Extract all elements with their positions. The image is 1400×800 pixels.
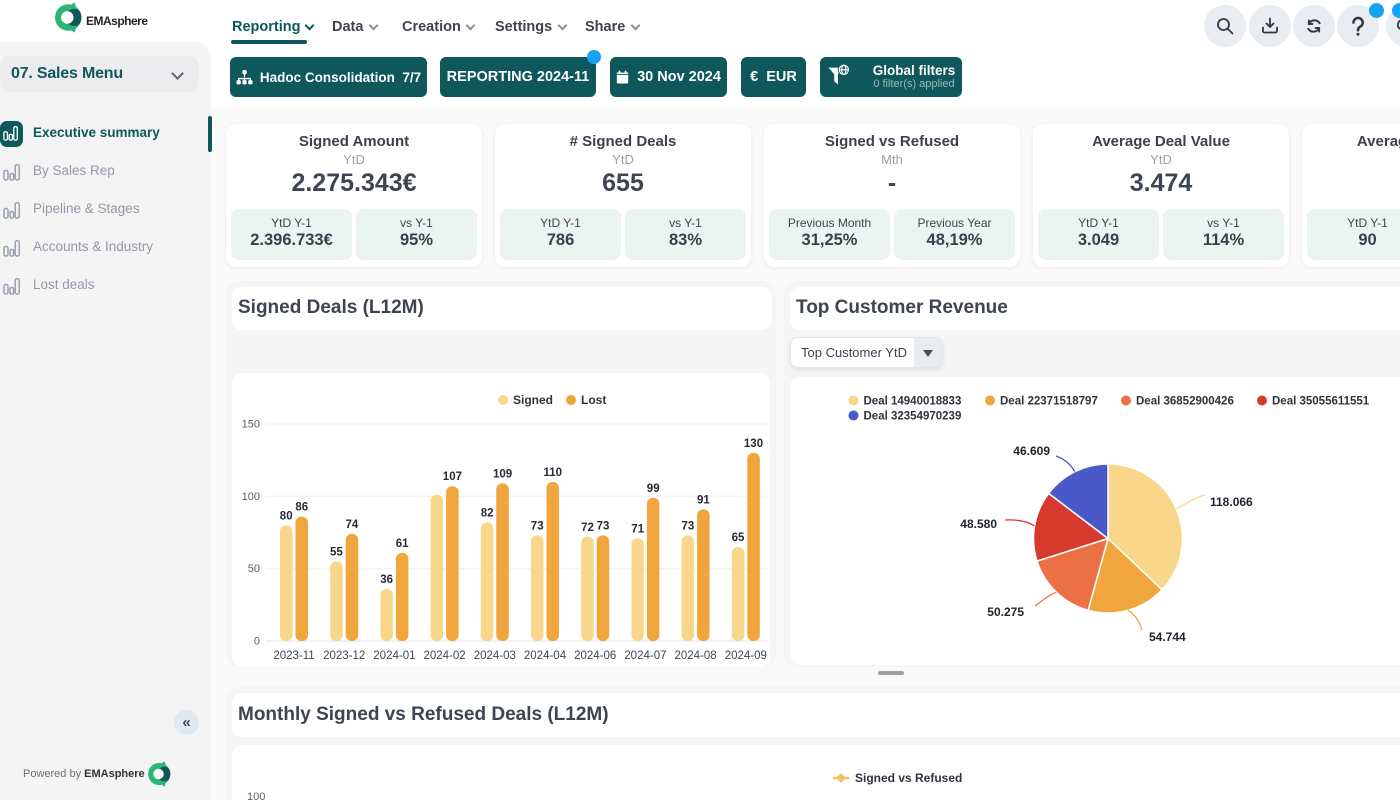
svg-text:Deal 36852900426: Deal 36852900426 (1136, 396, 1234, 408)
svg-text:0: 0 (254, 636, 260, 648)
svg-text:110: 110 (544, 467, 563, 479)
svg-text:73: 73 (531, 520, 544, 532)
svg-text:2024-04: 2024-04 (524, 650, 567, 662)
svg-text:2024-07: 2024-07 (624, 650, 666, 662)
svg-text:91: 91 (697, 494, 710, 506)
svg-text:61: 61 (396, 538, 409, 550)
svg-text:130: 130 (744, 438, 763, 450)
svg-text:Deal 14940018833: Deal 14940018833 (864, 396, 962, 408)
svg-text:100: 100 (242, 491, 260, 503)
svg-text:72: 72 (581, 522, 594, 534)
svg-text:71: 71 (631, 523, 644, 535)
svg-text:55: 55 (330, 546, 343, 558)
svg-text:150: 150 (242, 419, 260, 431)
svg-text:36: 36 (380, 574, 393, 586)
svg-text:74: 74 (346, 519, 359, 531)
svg-text:2024-09: 2024-09 (725, 650, 767, 662)
svg-text:82: 82 (481, 507, 494, 519)
svg-text:46.609: 46.609 (1013, 444, 1050, 458)
svg-text:Deal 22371518797: Deal 22371518797 (1000, 396, 1098, 408)
svg-text:2024-08: 2024-08 (674, 650, 716, 662)
svg-text:Deal 32354970239: Deal 32354970239 (864, 411, 962, 423)
svg-text:Lost: Lost (581, 393, 606, 407)
svg-text:54.744: 54.744 (1149, 630, 1186, 644)
svg-text:2024-01: 2024-01 (373, 650, 415, 662)
svg-text:50: 50 (248, 563, 260, 575)
svg-text:2024-06: 2024-06 (574, 650, 616, 662)
svg-text:Signed vs Refused: Signed vs Refused (855, 771, 962, 785)
svg-text:80: 80 (280, 510, 293, 522)
svg-text:48.580: 48.580 (960, 517, 997, 531)
svg-text:2023-11: 2023-11 (273, 650, 314, 662)
svg-text:73: 73 (682, 520, 695, 532)
svg-text:2024-03: 2024-03 (474, 650, 516, 662)
svg-text:107: 107 (443, 471, 462, 483)
svg-text:2024-02: 2024-02 (423, 650, 465, 662)
svg-text:118.066: 118.066 (1210, 495, 1253, 509)
svg-text:109: 109 (493, 468, 512, 480)
svg-text:2023-12: 2023-12 (323, 650, 365, 662)
svg-text:50.275: 50.275 (987, 605, 1024, 619)
svg-text:Signed: Signed (513, 393, 553, 407)
svg-text:99: 99 (647, 483, 660, 495)
svg-text:Deal 35055611551: Deal 35055611551 (1272, 396, 1370, 408)
svg-text:65: 65 (732, 532, 745, 544)
svg-text:86: 86 (295, 502, 308, 514)
svg-text:73: 73 (597, 520, 610, 532)
